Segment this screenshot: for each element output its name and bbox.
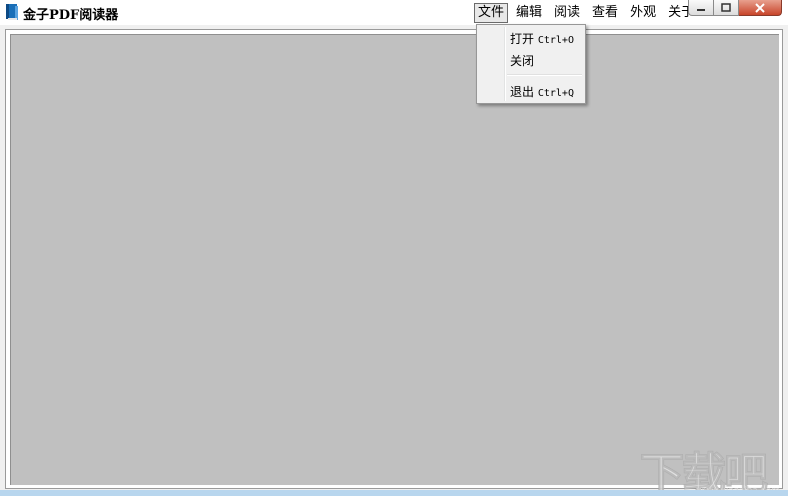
document-frame — [5, 29, 783, 489]
app-title: 金子PDF阅读器 — [23, 8, 119, 23]
menu-bar: 文件 编辑 阅读 查看 外观 关于 — [474, 2, 702, 24]
menu-separator — [507, 74, 582, 76]
exit-shortcut: Ctrl+Q — [537, 88, 574, 99]
close-label: 关闭 — [510, 54, 535, 68]
open-shortcut: Ctrl+O — [537, 35, 574, 46]
open-label: 打开 — [510, 32, 535, 46]
document-view[interactable] — [10, 34, 779, 485]
menu-view[interactable]: 查看 — [588, 3, 622, 23]
menu-edit[interactable]: 编辑 — [512, 3, 546, 23]
watermark: 下载吧 www.xiazaiba.com — [640, 438, 781, 501]
menu-gutter — [504, 27, 506, 101]
book-icon — [6, 4, 18, 20]
file-menu-dropdown: 打开 Ctrl+O 关闭 退出 Ctrl+Q — [476, 24, 586, 104]
minimize-icon — [689, 0, 713, 15]
menu-read[interactable]: 阅读 — [550, 3, 584, 23]
exit-label: 退出 — [510, 85, 535, 99]
maximize-icon — [714, 0, 738, 15]
title-bar[interactable]: 金子PDF阅读器 文件 编辑 阅读 查看 外观 关于 — [0, 0, 788, 25]
window-bottom-border — [0, 490, 788, 496]
menu-appearance[interactable]: 外观 — [626, 3, 660, 23]
menu-file[interactable]: 文件 — [474, 3, 509, 23]
menu-item-exit[interactable]: 退出 Ctrl+Q — [510, 83, 574, 100]
menu-item-open[interactable]: 打开 Ctrl+O — [510, 30, 574, 47]
menu-item-close[interactable]: 关闭 — [510, 52, 534, 69]
window-controls — [688, 0, 782, 16]
close-button[interactable] — [739, 0, 782, 16]
maximize-button[interactable] — [714, 0, 739, 16]
app-window: 金子PDF阅读器 文件 编辑 阅读 查看 外观 关于 下载吧 打开 Ctrl+O… — [0, 0, 788, 501]
close-icon — [739, 0, 781, 15]
minimize-button[interactable] — [688, 0, 714, 16]
